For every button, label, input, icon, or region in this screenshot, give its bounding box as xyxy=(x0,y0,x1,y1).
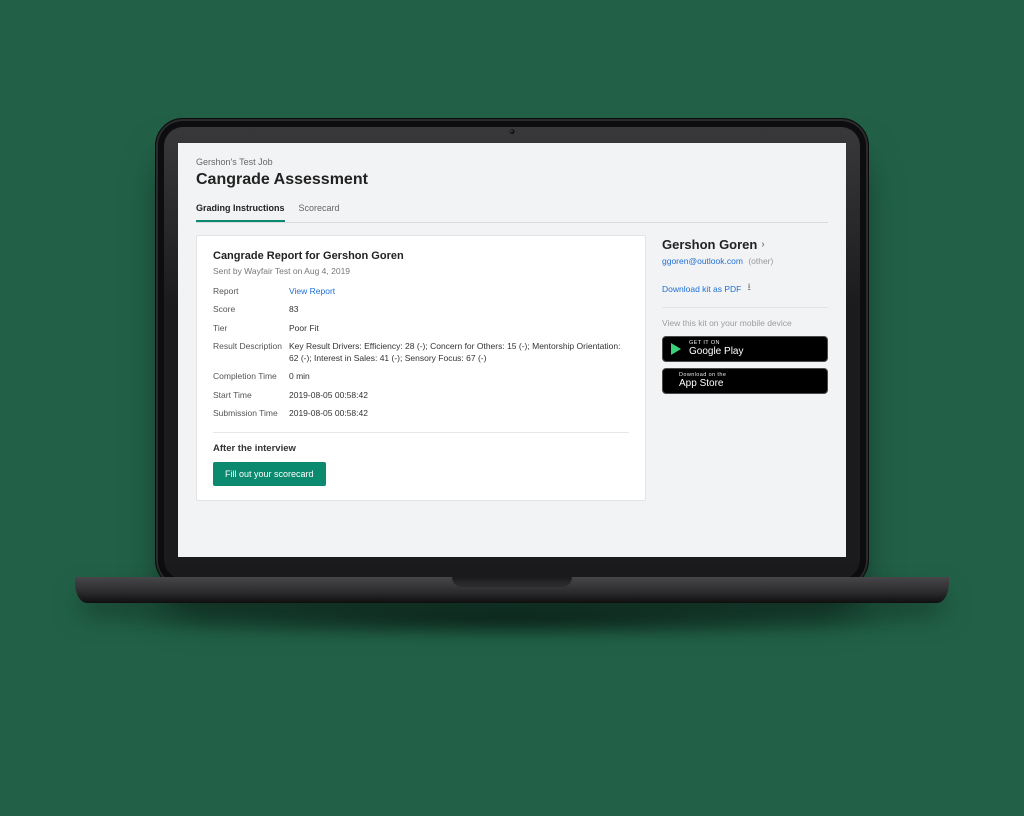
fill-scorecard-button[interactable]: Fill out your scorecard xyxy=(213,462,326,486)
download-pdf-label: Download kit as PDF xyxy=(662,284,741,294)
tabs: Grading Instructions Scorecard xyxy=(196,197,828,223)
candidate-name-link[interactable]: Gershon Goren › xyxy=(662,237,828,252)
label-completion-time: Completion Time xyxy=(213,371,289,382)
camera-dot xyxy=(510,129,515,134)
label-result-description: Result Description xyxy=(213,341,289,364)
row-report: Report View Report xyxy=(213,286,629,297)
mobile-hint: View this kit on your mobile device xyxy=(662,318,828,328)
laptop-bezel: Gershon's Test Job Cangrade Assessment G… xyxy=(155,118,869,588)
email-tag: (other) xyxy=(748,256,773,266)
label-start-time: Start Time xyxy=(213,390,289,401)
download-icon: ⭳ xyxy=(747,280,751,297)
row-result-description: Result Description Key Result Drivers: E… xyxy=(213,341,629,364)
after-interview-heading: After the interview xyxy=(213,443,629,454)
chevron-right-icon: › xyxy=(761,239,764,250)
value-completion-time: 0 min xyxy=(289,371,310,382)
row-tier: Tier Poor Fit xyxy=(213,323,629,334)
candidate-email-row: ggoren@outlook.com (other) xyxy=(662,256,828,266)
google-play-bottom: Google Play xyxy=(689,347,743,357)
label-report: Report xyxy=(213,286,289,297)
row-submission-time: Submission Time 2019-08-05 00:58:42 xyxy=(213,408,629,419)
label-score: Score xyxy=(213,304,289,315)
laptop-shadow xyxy=(110,600,914,640)
content-row: Cangrade Report for Gershon Goren Sent b… xyxy=(196,235,828,501)
divider xyxy=(213,432,629,433)
sent-by: Sent by Wayfair Test on Aug 4, 2019 xyxy=(213,266,629,276)
laptop-base xyxy=(75,577,949,603)
label-submission-time: Submission Time xyxy=(213,408,289,419)
download-pdf-link[interactable]: Download kit as PDF ⭳ xyxy=(662,280,828,308)
candidate-email-link[interactable]: ggoren@outlook.com xyxy=(662,256,743,266)
value-tier: Poor Fit xyxy=(289,323,319,334)
row-completion-time: Completion Time 0 min xyxy=(213,371,629,382)
google-play-icon xyxy=(671,343,681,355)
tab-scorecard[interactable]: Scorecard xyxy=(299,197,340,222)
tab-grading-instructions[interactable]: Grading Instructions xyxy=(196,197,285,222)
laptop-frame: Gershon's Test Job Cangrade Assessment G… xyxy=(155,118,869,588)
label-tier: Tier xyxy=(213,323,289,334)
app-root: Gershon's Test Job Cangrade Assessment G… xyxy=(178,143,846,557)
report-card: Cangrade Report for Gershon Goren Sent b… xyxy=(196,235,646,501)
value-start-time: 2019-08-05 00:58:42 xyxy=(289,390,368,401)
app-store-bottom: App Store xyxy=(679,379,726,389)
google-play-badge[interactable]: GET IT ON Google Play xyxy=(662,336,828,362)
row-score: Score 83 xyxy=(213,304,629,315)
row-start-time: Start Time 2019-08-05 00:58:42 xyxy=(213,390,629,401)
candidate-sidebar: Gershon Goren › ggoren@outlook.com (othe… xyxy=(662,235,828,400)
breadcrumb[interactable]: Gershon's Test Job xyxy=(196,157,828,167)
report-heading: Cangrade Report for Gershon Goren xyxy=(213,250,629,262)
screen: Gershon's Test Job Cangrade Assessment G… xyxy=(178,143,846,557)
value-submission-time: 2019-08-05 00:58:42 xyxy=(289,408,368,419)
page-title: Cangrade Assessment xyxy=(196,171,828,189)
value-result-description: Key Result Drivers: Efficiency: 28 (-); … xyxy=(289,341,629,364)
app-store-badge[interactable]: Download on the App Store xyxy=(662,368,828,394)
candidate-name: Gershon Goren xyxy=(662,237,757,252)
view-report-link[interactable]: View Report xyxy=(289,286,335,297)
value-score: 83 xyxy=(289,304,298,315)
